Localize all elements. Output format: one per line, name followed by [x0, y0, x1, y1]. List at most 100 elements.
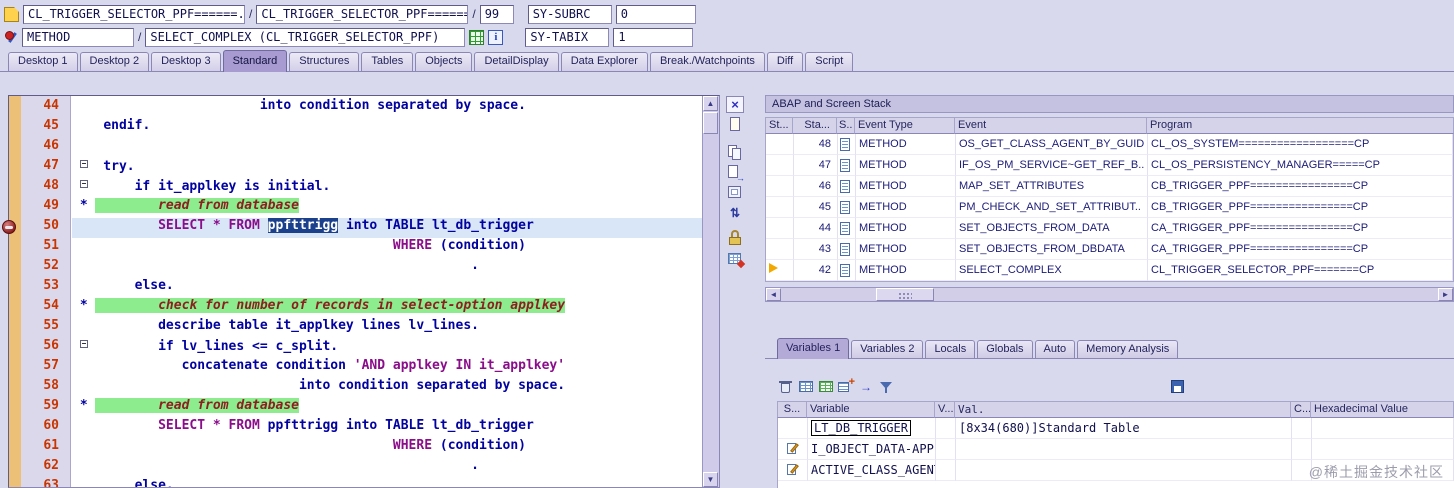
- code-line[interactable]: .: [72, 458, 703, 478]
- tab-variables-2[interactable]: Variables 2: [851, 340, 924, 358]
- scroll-down-icon[interactable]: [703, 472, 718, 487]
- tab-desktop-2[interactable]: Desktop 2: [79, 52, 150, 71]
- line-number[interactable]: 61: [21, 438, 70, 458]
- tab-auto[interactable]: Auto: [1034, 340, 1076, 358]
- tab-structures[interactable]: Structures: [289, 52, 360, 71]
- code-line[interactable]: WHERE (condition): [72, 238, 703, 258]
- scroll-right-icon[interactable]: [1438, 288, 1453, 301]
- variable-name-cell[interactable]: LT_DB_TRIGGER: [808, 418, 936, 439]
- line-number[interactable]: 44: [21, 98, 70, 118]
- line-number[interactable]: 58: [21, 378, 70, 398]
- stack-column-header[interactable]: S..: [837, 117, 855, 134]
- scroll-left-icon[interactable]: [766, 288, 781, 301]
- insert-variable-icon[interactable]: [837, 376, 855, 395]
- code-line[interactable]: else.: [72, 478, 703, 487]
- code-line[interactable]: SELECT * FROM ppfttrigg into TABLE lt_db…: [72, 418, 703, 438]
- code-line[interactable]: concatenate condition 'AND applkey IN it…: [72, 358, 703, 378]
- change-layout-icon[interactable]: [817, 378, 835, 395]
- event-name-field[interactable]: SELECT_COMPLEX (CL_TRIGGER_SELECTOR_PPF): [145, 27, 466, 47]
- line-number[interactable]: 63: [21, 478, 70, 487]
- code-line[interactable]: SELECT * FROM ppfttrigg into TABLE lt_db…: [72, 218, 703, 238]
- stack-column-header[interactable]: Event Type: [855, 117, 955, 134]
- tab-locals[interactable]: Locals: [925, 340, 976, 358]
- tab-detaildisplay[interactable]: DetailDisplay: [474, 52, 559, 71]
- code-line[interactable]: try.: [72, 158, 703, 178]
- sy-tabix-field[interactable]: SY-TABIX: [525, 27, 610, 47]
- tab-standard[interactable]: Standard: [222, 50, 288, 72]
- event-type-field[interactable]: METHOD: [22, 27, 134, 47]
- tab-variables-1[interactable]: Variables 1: [777, 338, 850, 359]
- tab-memory-analysis[interactable]: Memory Analysis: [1077, 340, 1179, 358]
- lock-tool-icon[interactable]: [726, 230, 744, 247]
- line-number[interactable]: 59: [21, 398, 70, 418]
- tab-script[interactable]: Script: [805, 52, 854, 71]
- filter-icon[interactable]: [877, 378, 895, 395]
- change-value-icon[interactable]: [786, 442, 799, 455]
- line-number[interactable]: 53: [21, 278, 70, 298]
- change-value-icon[interactable]: [786, 463, 799, 476]
- maximize-tool-icon[interactable]: [726, 184, 744, 201]
- tab-globals[interactable]: Globals: [977, 340, 1033, 358]
- scroll-up-icon[interactable]: [703, 96, 718, 111]
- line-number[interactable]: 47: [21, 158, 70, 178]
- new-tool-icon[interactable]: [726, 116, 744, 133]
- editor-vertical-scrollbar[interactable]: [702, 96, 719, 487]
- stack-column-header[interactable]: Event: [955, 117, 1147, 134]
- replace-tool-icon[interactable]: [726, 164, 745, 183]
- code-line[interactable]: if lv_lines <= c_split.: [72, 338, 703, 358]
- code-area[interactable]: into condition separated by space. endif…: [72, 96, 703, 487]
- tool-services-icon[interactable]: [726, 250, 744, 267]
- code-line[interactable]: WHERE (condition): [72, 438, 703, 458]
- tab-diff[interactable]: Diff: [766, 52, 804, 71]
- variables-column-header[interactable]: Hexadecimal Value: [1311, 401, 1454, 418]
- line-number[interactable]: 55: [21, 318, 70, 338]
- save-layout-icon[interactable]: [1169, 378, 1187, 395]
- swap-tool-icon[interactable]: ⇅: [726, 204, 744, 221]
- tab-tables[interactable]: Tables: [361, 52, 414, 71]
- variables-column-header[interactable]: S...: [777, 401, 807, 418]
- sy-tabix-value[interactable]: 1: [613, 27, 694, 47]
- tab-objects[interactable]: Objects: [415, 52, 473, 71]
- line-number[interactable]: 51: [21, 238, 70, 258]
- fold-icon[interactable]: [79, 338, 88, 350]
- stack-row[interactable]: 48 METHOD OS_GET_CLASS_AGENT_BY_GUID CL_OS_…: [766, 134, 1453, 155]
- variable-row[interactable]: LT_DB_TRIGGER [8x34(680)]Standard Table: [778, 418, 1454, 439]
- stack-row[interactable]: 46 METHOD MAP_SET_ATTRIBUTES CB_TRIGGER_PPF…: [766, 176, 1453, 197]
- code-line[interactable]: [72, 138, 703, 158]
- line-number[interactable]: 60: [21, 418, 70, 438]
- code-line[interactable]: .: [72, 258, 703, 278]
- fold-icon[interactable]: [79, 158, 88, 170]
- breakpoint-icon[interactable]: [2, 220, 16, 234]
- code-line[interactable]: * read from database: [72, 198, 703, 218]
- display-as-table-icon[interactable]: [797, 378, 815, 395]
- variable-row[interactable]: I_OBJECT_DATA-APPL_..: [778, 439, 1454, 460]
- scrollbar-thumb[interactable]: [876, 288, 934, 301]
- close-tool-icon[interactable]: ×: [726, 96, 744, 113]
- code-line[interactable]: describe table it_applkey lines lv_lines…: [72, 318, 703, 338]
- source-line-field[interactable]: 99: [479, 4, 514, 24]
- line-number[interactable]: 52: [21, 258, 70, 278]
- line-number[interactable]: 46: [21, 138, 70, 158]
- tab-desktop-3[interactable]: Desktop 3: [151, 52, 221, 71]
- variables-column-header[interactable]: Variable: [807, 401, 935, 418]
- code-line[interactable]: into condition separated by space.: [72, 378, 703, 398]
- line-number[interactable]: 45: [21, 118, 70, 138]
- stack-row[interactable]: 43 METHOD SET_OBJECTS_FROM_DBDATA CA_TRIGGE…: [766, 239, 1453, 260]
- variables-column-header[interactable]: Val.: [955, 401, 1291, 418]
- line-number[interactable]: 49: [21, 198, 70, 218]
- display-source-icon[interactable]: [469, 29, 485, 45]
- fold-icon[interactable]: [79, 178, 88, 190]
- line-number[interactable]: 50: [21, 218, 70, 238]
- code-line[interactable]: else.: [72, 278, 703, 298]
- line-number[interactable]: 48: [21, 178, 70, 198]
- line-number[interactable]: 57: [21, 358, 70, 378]
- code-line[interactable]: * read from database: [72, 398, 703, 418]
- tab-break-watchpoints[interactable]: Break./Watchpoints: [649, 52, 765, 71]
- line-number[interactable]: 56: [21, 338, 70, 358]
- main-program-field[interactable]: CL_TRIGGER_SELECTOR_PPF======...: [23, 4, 245, 24]
- code-line[interactable]: * check for number of records in select-…: [72, 298, 703, 318]
- scrollbar-thumb[interactable]: [703, 112, 718, 134]
- info-icon[interactable]: [488, 29, 504, 45]
- variable-name-cell[interactable]: ACTIVE_CLASS_AGENT: [808, 460, 936, 481]
- stack-row[interactable]: 45 METHOD PM_CHECK_AND_SET_ATTRIBUT.. CB_TR…: [766, 197, 1453, 218]
